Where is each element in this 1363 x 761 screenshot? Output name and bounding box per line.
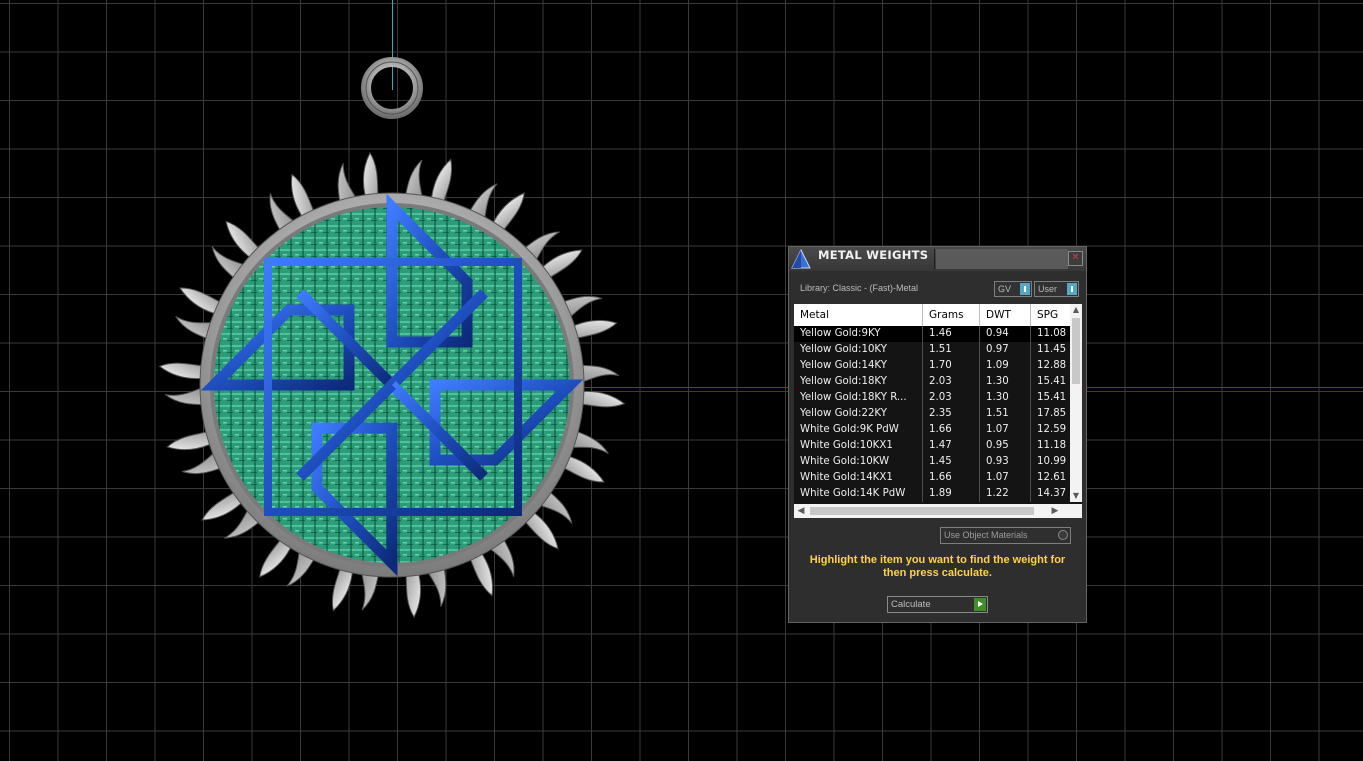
cell-dwt: 1.09	[980, 358, 1031, 374]
table-row[interactable]: Yellow Gold:22KY 2.35 1.51 17.85	[794, 406, 1070, 422]
cell-grams: 1.89	[923, 486, 980, 502]
cell-metal: White Gold:10KX1	[794, 438, 923, 454]
cell-metal: Yellow Gold:10KY	[794, 342, 923, 358]
gv-toggle[interactable]: GV	[994, 281, 1032, 297]
calculate-label: Calculate	[891, 599, 931, 610]
cell-metal: Yellow Gold:18KY R...	[794, 390, 923, 406]
table-header: Metal Grams DWT SPG	[794, 304, 1070, 326]
column-header-grams[interactable]: Grams	[923, 304, 980, 326]
column-header-metal[interactable]: Metal	[794, 304, 923, 326]
toggle-indicator-icon	[1067, 283, 1077, 295]
titlebar-divider	[934, 249, 935, 269]
user-toggle[interactable]: User	[1034, 281, 1079, 297]
table-row[interactable]: White Gold:14K PdW 1.89 1.22 14.37	[794, 486, 1070, 502]
scroll-right-arrow-icon[interactable]: ▶	[1048, 504, 1062, 518]
use-object-materials-option[interactable]: Use Object Materials	[940, 527, 1071, 544]
cell-metal: White Gold:14KX1	[794, 470, 923, 486]
table-body: Yellow Gold:9KY 1.46 0.94 11.08 Yellow Gold:…	[794, 326, 1070, 502]
instruction-text: Highlight the item you want to find the …	[809, 554, 1066, 579]
column-header-dwt[interactable]: DWT	[980, 304, 1031, 326]
pyramid-logo-icon	[791, 248, 811, 269]
cell-grams: 1.66	[923, 470, 980, 486]
panel-title: METAL WEIGHTS	[818, 248, 929, 262]
table-row[interactable]: White Gold:10KW 1.45 0.93 10.99	[794, 454, 1070, 470]
cell-dwt: 1.51	[980, 406, 1031, 422]
radio-icon[interactable]	[1058, 530, 1068, 540]
column-header-spg[interactable]: SPG	[1031, 304, 1070, 326]
cell-dwt: 0.94	[980, 326, 1031, 342]
scroll-up-arrow-icon[interactable]: ▲	[1070, 304, 1082, 316]
scroll-down-arrow-icon[interactable]: ▼	[1070, 490, 1082, 502]
table-row[interactable]: White Gold:10KX1 1.47 0.95 11.18	[794, 438, 1070, 454]
cell-grams: 1.47	[923, 438, 980, 454]
cell-grams: 1.45	[923, 454, 980, 470]
metal-table: Metal Grams DWT SPG Yellow Gold:9KY 1.46 0…	[794, 304, 1082, 518]
library-label: Library: Classic - (Fast)-Metal	[800, 283, 919, 293]
gv-toggle-label: GV	[998, 284, 1012, 294]
table-row[interactable]: Yellow Gold:18KY R... 2.03 1.30 15.41	[794, 390, 1070, 406]
horizontal-scroll-thumb[interactable]	[810, 507, 1034, 515]
cell-grams: 2.03	[923, 374, 980, 390]
cell-grams: 2.03	[923, 390, 980, 406]
3d-viewport[interactable]	[0, 0, 1363, 761]
cell-metal: Yellow Gold:22KY	[794, 406, 923, 422]
cell-metal: Yellow Gold:14KY	[794, 358, 923, 374]
play-arrow-icon[interactable]	[974, 598, 986, 611]
sun-pendant-model[interactable]	[95, 55, 695, 675]
table-row[interactable]: White Gold:9K PdW 1.66 1.07 12.59	[794, 422, 1070, 438]
cell-dwt: 1.07	[980, 470, 1031, 486]
cell-grams: 1.46	[923, 326, 980, 342]
calculate-button[interactable]: Calculate	[887, 596, 988, 613]
cell-metal: Yellow Gold:9KY	[794, 326, 923, 342]
cell-grams: 2.35	[923, 406, 980, 422]
cell-metal: White Gold:14K PdW	[794, 486, 923, 502]
titlebar-fill	[936, 249, 1068, 269]
user-toggle-label: User	[1038, 284, 1058, 294]
cell-dwt: 1.30	[980, 374, 1031, 390]
cell-metal: White Gold:10KW	[794, 454, 923, 470]
cell-dwt: 1.30	[980, 390, 1031, 406]
table-row[interactable]: Yellow Gold:14KY 1.70 1.09 12.88	[794, 358, 1070, 374]
cell-grams: 1.66	[923, 422, 980, 438]
table-row[interactable]: Yellow Gold:18KY 2.03 1.30 15.41	[794, 374, 1070, 390]
cell-dwt: 0.97	[980, 342, 1031, 358]
toggle-indicator-icon	[1020, 283, 1030, 295]
cell-grams: 1.70	[923, 358, 980, 374]
cell-dwt: 0.93	[980, 454, 1031, 470]
panel-titlebar[interactable]: METAL WEIGHTS ✕	[789, 247, 1086, 271]
close-icon[interactable]: ✕	[1068, 251, 1083, 266]
metal-weights-panel: METAL WEIGHTS ✕ Library: Classic - (Fast…	[788, 246, 1087, 623]
cell-grams: 1.51	[923, 342, 980, 358]
use-object-materials-label: Use Object Materials	[944, 530, 1028, 540]
table-row[interactable]: White Gold:14KX1 1.66 1.07 12.61	[794, 470, 1070, 486]
scroll-left-arrow-icon[interactable]: ◀	[794, 504, 808, 518]
table-row[interactable]: Yellow Gold:10KY 1.51 0.97 11.45	[794, 342, 1070, 358]
cell-dwt: 0.95	[980, 438, 1031, 454]
cell-metal: White Gold:9K PdW	[794, 422, 923, 438]
vertical-scroll-thumb[interactable]	[1072, 318, 1080, 384]
cell-dwt: 1.22	[980, 486, 1031, 502]
table-row[interactable]: Yellow Gold:9KY 1.46 0.94 11.08	[794, 326, 1070, 342]
cell-dwt: 1.07	[980, 422, 1031, 438]
cell-metal: Yellow Gold:18KY	[794, 374, 923, 390]
horizontal-scrollbar[interactable]: ◀ ▶	[794, 504, 1082, 518]
vertical-scrollbar[interactable]: ▲ ▼	[1070, 304, 1082, 502]
